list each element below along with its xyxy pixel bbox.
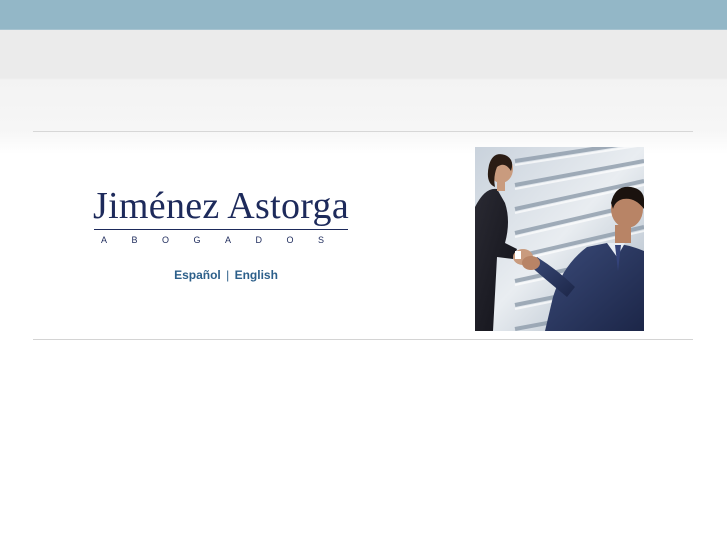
spanish-link[interactable]: Español [174, 268, 221, 282]
handshake-photo [475, 147, 644, 331]
firm-tagline: ABOGADOS [101, 235, 349, 245]
header-divider [33, 131, 693, 132]
firm-name: Jiménez Astorga [92, 185, 350, 227]
top-color-bar [0, 0, 727, 30]
language-separator: | [226, 268, 230, 282]
language-switcher: Español | English [91, 268, 361, 282]
firm-logo[interactable]: Jiménez Astorga ABOGADOS [91, 183, 351, 245]
logo-underline [94, 229, 348, 230]
header-band [0, 30, 727, 154]
english-link[interactable]: English [235, 268, 278, 282]
main-panel: Jiménez Astorga ABOGADOS Español | Engli… [33, 147, 693, 340]
